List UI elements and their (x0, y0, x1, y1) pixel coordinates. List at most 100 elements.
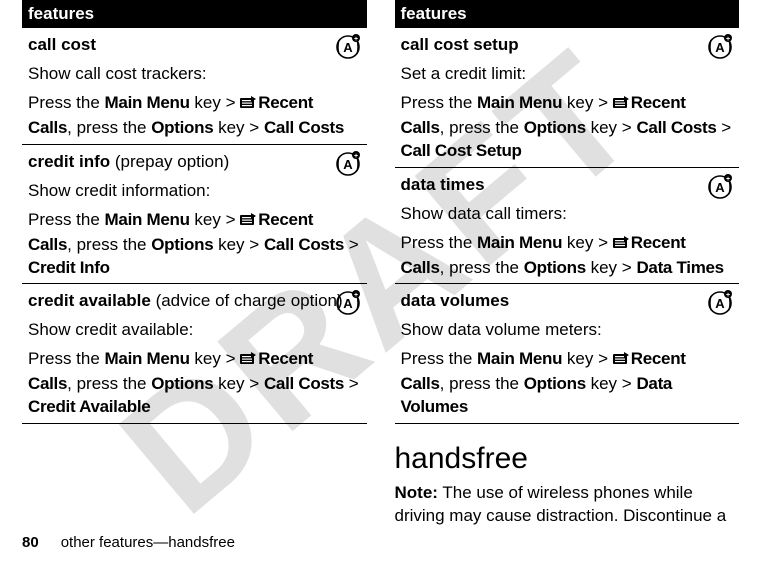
row-desc: Show data volume meters: (401, 319, 734, 342)
svg-text:+: + (726, 36, 730, 43)
k: Call Costs (636, 118, 716, 137)
row-path: Press the Main Menu key > Recent Calls, … (28, 92, 361, 140)
k: Options (524, 258, 586, 277)
k: Main Menu (105, 349, 190, 368)
t: key > (213, 118, 264, 137)
t: , press the (67, 235, 151, 254)
svg-text:+: + (726, 292, 730, 299)
k: Options (524, 374, 586, 393)
network-icon: A+ (335, 290, 361, 316)
right-row-2: A+ data volumes Show data volume meters:… (395, 283, 740, 424)
network-icon: A+ (707, 34, 733, 60)
row-subtitle: (advice of charge option) (151, 291, 343, 310)
k: Main Menu (477, 93, 562, 112)
t: key > (190, 210, 241, 229)
t: key > (586, 118, 637, 137)
footer-text: other features—handsfree (61, 534, 235, 551)
row-subtitle: (prepay option) (110, 152, 229, 171)
columns: features A+ call cost Show call cost tra… (0, 0, 759, 528)
left-column: features A+ call cost Show call cost tra… (22, 0, 367, 528)
recent-calls-icon (613, 234, 629, 257)
t: Press the (28, 210, 105, 229)
k: Options (151, 374, 213, 393)
note-label: Note: (395, 483, 438, 502)
network-icon: A+ (707, 174, 733, 200)
svg-text:A: A (715, 40, 725, 55)
svg-text:+: + (353, 36, 357, 43)
right-row-1: A+ data times Show data call timers: Pre… (395, 167, 740, 284)
svg-text:A: A (343, 40, 353, 55)
row-title: call cost setup (401, 35, 519, 54)
svg-text:A: A (715, 180, 725, 195)
k: Call Cost Setup (401, 141, 522, 160)
k: Main Menu (477, 349, 562, 368)
recent-calls-icon (240, 94, 256, 117)
note-text: The use of wireless phones while driving… (395, 483, 727, 525)
row-title: data volumes (401, 291, 510, 310)
k: Options (151, 235, 213, 254)
row-title: data times (401, 175, 485, 194)
row-title: call cost (28, 35, 96, 54)
network-icon: A+ (335, 34, 361, 60)
k: Options (524, 118, 586, 137)
t: key > (213, 235, 264, 254)
left-header: features (22, 0, 367, 27)
t: > (344, 374, 359, 393)
t: key > (586, 258, 637, 277)
t: key > (586, 374, 637, 393)
footer: 80 other features—handsfree (22, 534, 235, 551)
svg-text:+: + (353, 153, 357, 160)
left-row-2: A+ credit available (advice of charge op… (22, 283, 367, 424)
k: Credit Info (28, 258, 110, 277)
left-row-1: A+ credit info (prepay option) Show cred… (22, 144, 367, 284)
k: Data Times (636, 258, 723, 277)
t: Press the (28, 349, 105, 368)
note-paragraph: Note: The use of wireless phones while d… (395, 482, 740, 528)
page-number: 80 (22, 534, 39, 551)
t: key > (562, 233, 613, 252)
recent-calls-icon (613, 350, 629, 373)
svg-text:A: A (343, 157, 353, 172)
k: Call Costs (264, 118, 344, 137)
row-desc: Show data call timers: (401, 203, 734, 226)
t: , press the (440, 118, 524, 137)
row-desc: Show credit available: (28, 319, 361, 342)
row-desc: Show credit information: (28, 180, 361, 203)
svg-text:+: + (726, 176, 730, 183)
right-row-0: A+ call cost setup Set a credit limit: P… (395, 27, 740, 167)
right-header: features (395, 0, 740, 27)
k: Main Menu (105, 93, 190, 112)
t: key > (190, 349, 241, 368)
t: Press the (28, 93, 105, 112)
k: Credit Available (28, 397, 150, 416)
row-path: Press the Main Menu key > Recent Calls, … (401, 348, 734, 419)
svg-text:A: A (715, 296, 725, 311)
row-path: Press the Main Menu key > Recent Calls, … (401, 92, 734, 163)
network-icon: A+ (335, 151, 361, 177)
t: , press the (67, 374, 151, 393)
k: Call Costs (264, 374, 344, 393)
t: > (717, 118, 732, 137)
t: > (344, 235, 359, 254)
t: key > (562, 93, 613, 112)
row-desc: Set a credit limit: (401, 63, 734, 86)
k: Options (151, 118, 213, 137)
t: key > (190, 93, 241, 112)
recent-calls-icon (240, 350, 256, 373)
row-title: credit info (28, 152, 110, 171)
t: Press the (401, 233, 478, 252)
t: , press the (440, 374, 524, 393)
t: , press the (67, 118, 151, 137)
k: Call Costs (264, 235, 344, 254)
right-column: features A+ call cost setup Set a credit… (395, 0, 740, 528)
k: Main Menu (477, 233, 562, 252)
row-path: Press the Main Menu key > Recent Calls, … (28, 209, 361, 280)
row-desc: Show call cost trackers: (28, 63, 361, 86)
row-path: Press the Main Menu key > Recent Calls, … (28, 348, 361, 419)
svg-text:A: A (343, 296, 353, 311)
t: key > (213, 374, 264, 393)
recent-calls-icon (240, 211, 256, 234)
t: Press the (401, 349, 478, 368)
row-title: credit available (28, 291, 151, 310)
section-heading: handsfree (395, 442, 740, 476)
